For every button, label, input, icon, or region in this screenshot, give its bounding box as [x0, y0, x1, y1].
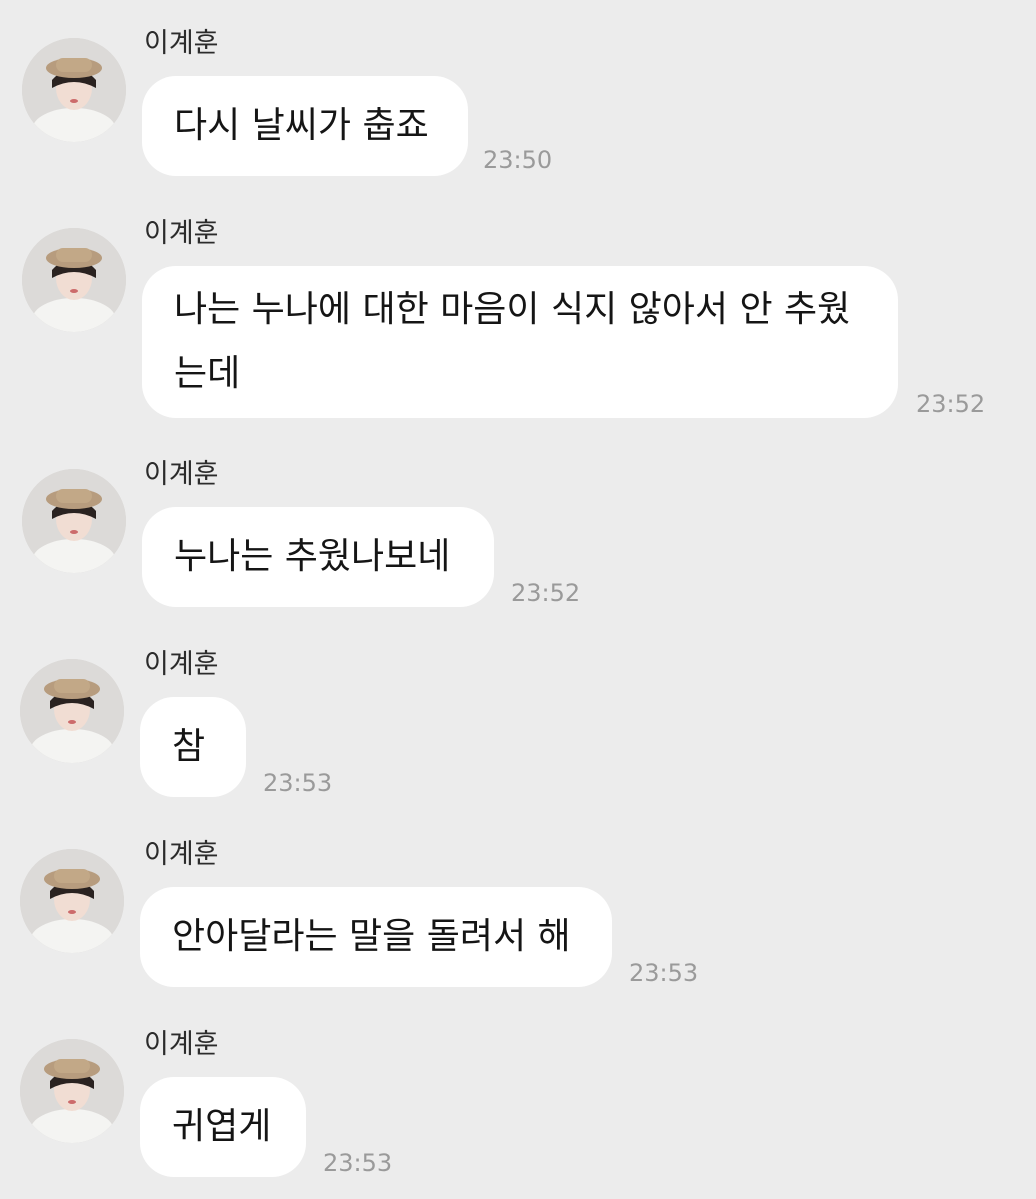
sender-name: 이계훈: [144, 839, 219, 870]
sender-name: 이계훈: [144, 218, 219, 249]
sender-name: 이계훈: [144, 1029, 219, 1060]
avatar-image: [20, 849, 124, 953]
message-text: 참: [172, 726, 206, 767]
message-text: 누나는 추웠나보네: [174, 536, 451, 577]
message-bubble[interactable]: 다시 날씨가 춥죠: [142, 76, 468, 176]
avatar-image: [20, 659, 124, 763]
sender-name: 이계훈: [144, 28, 219, 59]
message-bubble[interactable]: 참: [140, 697, 246, 797]
message-bubble[interactable]: 누나는 추웠나보네: [142, 507, 494, 607]
message-row: 이계훈 나는 누나에 대한 마음이 식지 않아서 안 추웠 는데 23:52: [0, 218, 1036, 428]
message-time: 23:53: [629, 959, 699, 987]
sender-avatar[interactable]: [20, 1039, 124, 1143]
sender-avatar[interactable]: [22, 228, 126, 332]
message-text-line: 나는 누나에 대한 마음이 식지 않아서 안 추웠: [174, 289, 851, 330]
message-time: 23:53: [323, 1149, 393, 1177]
message-text: 다시 날씨가 춥죠: [174, 105, 429, 146]
message-text: 안아달라는 말을 돌려서 해: [172, 916, 571, 957]
message-row: 이계훈 참 23:53: [0, 649, 1036, 809]
sender-name: 이계훈: [144, 649, 219, 680]
avatar-image: [22, 38, 126, 142]
message-bubble[interactable]: 나는 누나에 대한 마음이 식지 않아서 안 추웠 는데: [142, 266, 898, 418]
message-time: 23:52: [916, 390, 986, 418]
message-bubble[interactable]: 귀엽게: [140, 1077, 306, 1177]
sender-name: 이계훈: [144, 459, 219, 490]
sender-avatar[interactable]: [22, 469, 126, 573]
message-bubble[interactable]: 안아달라는 말을 돌려서 해: [140, 887, 612, 987]
message-text-line: 는데: [174, 353, 241, 394]
sender-avatar[interactable]: [20, 659, 124, 763]
message-row: 이계훈 안아달라는 말을 돌려서 해 23:53: [0, 839, 1036, 999]
message-time: 23:53: [263, 769, 333, 797]
avatar-image: [22, 228, 126, 332]
message-time: 23:52: [511, 579, 581, 607]
sender-avatar[interactable]: [20, 849, 124, 953]
message-time: 23:50: [483, 146, 553, 174]
sender-avatar[interactable]: [22, 38, 126, 142]
message-text: 귀엽게: [172, 1106, 272, 1147]
message-row: 이계훈 누나는 추웠나보네 23:52: [0, 459, 1036, 619]
message-row: 이계훈 귀엽게 23:53: [0, 1029, 1036, 1189]
avatar-image: [22, 469, 126, 573]
message-row: 이계훈 다시 날씨가 춥죠 23:50: [0, 28, 1036, 188]
avatar-image: [20, 1039, 124, 1143]
